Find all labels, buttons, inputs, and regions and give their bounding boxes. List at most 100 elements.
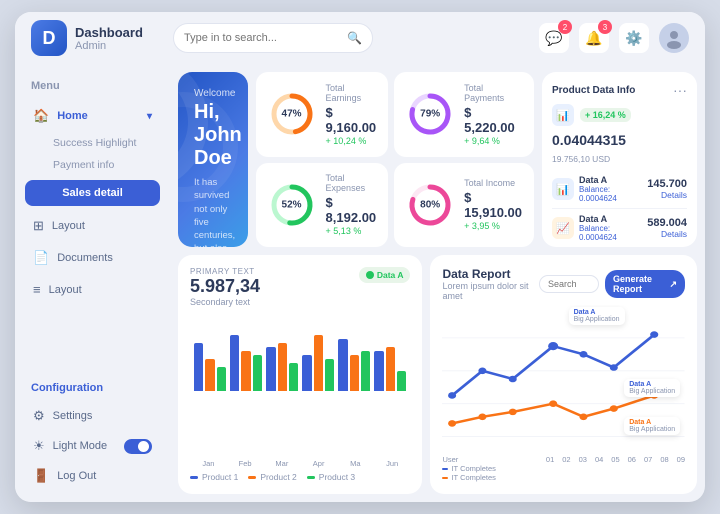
bar-3-0	[302, 355, 311, 391]
product-main-icon: 📊	[552, 104, 574, 126]
chart-legend-item: Product 3	[307, 472, 355, 482]
product-row-name-0: Data A	[579, 175, 647, 185]
product-title: Product Data Info	[552, 85, 635, 96]
product-row-balance-0: Balance: 0.0004624	[579, 185, 647, 203]
stat-card-1: 79% Total Payments $ 5,220.00 + 9,64 %	[394, 72, 534, 157]
sidebar-layout1-label: Layout	[52, 220, 85, 232]
donut-1: 79%	[406, 90, 454, 138]
sidebar-item-settings[interactable]: ⚙ Settings	[25, 402, 160, 430]
bar-group-0	[194, 311, 226, 391]
donut-label-3: 80%	[420, 199, 440, 210]
line-chart-area: Data A Big Application Data A Big Applic…	[442, 305, 685, 453]
bar-3-2	[325, 359, 334, 391]
stat-title-3: Total Income	[464, 178, 522, 188]
stat-info-1: Total Payments $ 5,220.00 + 9,64 %	[464, 83, 522, 146]
list-icon: ≡	[33, 282, 41, 297]
product-usd: 19.756,10 USD	[552, 154, 687, 164]
bar-5-1	[386, 347, 395, 391]
app-title: Dashboard	[75, 25, 143, 40]
sidebar-layout2-label: Layout	[49, 284, 82, 296]
chart-month-label: Jun	[374, 459, 411, 468]
avatar[interactable]	[659, 23, 689, 53]
dot-b1	[449, 420, 457, 427]
stat-card-3: 80% Total Income $ 15,910.00 + 3,95 %	[394, 163, 534, 248]
sidebar-item-lightmode: ☀ Light Mode	[33, 438, 107, 454]
gen-btn-label: Generate Report	[613, 274, 665, 294]
report-search-input[interactable]	[539, 275, 599, 293]
dot-a5	[580, 351, 588, 358]
settings-label: Settings	[53, 410, 93, 422]
stat-value-3: $ 15,910.00	[464, 190, 522, 220]
product-row-val-1: 589.004	[647, 217, 687, 229]
sidebar-item-layout1[interactable]: ⊞ Layout	[25, 212, 160, 240]
bar-group-5	[374, 311, 406, 391]
stat-card-2: 52% Total Expenses $ 8,192.00 + 5,13 %	[256, 163, 389, 248]
stat-change-2: + 5,13 %	[326, 226, 377, 236]
it-completes-label: IT Completes	[451, 464, 495, 473]
sidebar-home-label: Home	[57, 110, 88, 122]
details-link-0[interactable]: Details	[647, 190, 687, 200]
dot-b3	[509, 409, 517, 416]
it-completes2-label: IT Completes	[451, 473, 495, 482]
messages-badge: 2	[558, 20, 572, 34]
chart-data-badge: Data A	[359, 267, 411, 283]
dot-b6	[610, 405, 618, 412]
notifications-button[interactable]: 🔔 3	[579, 23, 609, 53]
chart-months: JanFebMarAprMaJun	[190, 459, 410, 468]
legend-dot	[190, 476, 198, 479]
stat-card-0: 47% Total Earnings $ 9,160.00 + 10,24 %	[256, 72, 389, 157]
bar-0-2	[217, 367, 226, 391]
blue-legend-dot	[442, 468, 448, 470]
product-card: Product Data Info ··· 📊 + 16,24 % 0.0404…	[542, 72, 697, 247]
bar-4-0	[338, 339, 347, 391]
bar-3-1	[314, 335, 323, 391]
search-icon: 🔍	[347, 31, 362, 45]
search-input[interactable]	[184, 32, 341, 44]
donut-2: 52%	[268, 181, 316, 229]
product-header: Product Data Info ···	[552, 82, 687, 98]
messages-button[interactable]: 💬 2	[539, 23, 569, 53]
sidebar-item-success[interactable]: Success Highlight	[25, 134, 160, 152]
bar-group-3	[302, 311, 334, 391]
dot-b2	[479, 414, 487, 421]
settings-button[interactable]: ⚙️	[619, 23, 649, 53]
bar-5-0	[374, 351, 383, 391]
search-bar[interactable]: 🔍	[173, 23, 373, 53]
stat-info-0: Total Earnings $ 9,160.00 + 10,24 %	[326, 83, 377, 146]
sidebar-item-sales[interactable]: Sales detail	[25, 180, 160, 206]
logo-text-block: Dashboard Admin	[75, 25, 143, 52]
generate-report-button[interactable]: Generate Report ↗	[605, 270, 685, 298]
bar-2-2	[289, 363, 298, 391]
product-row-info-1: Data A Balance: 0.0004624	[579, 214, 647, 242]
data-label-a-sub: Big Application	[574, 316, 620, 323]
chart-month-label: Feb	[227, 459, 264, 468]
donut-label-2: 52%	[282, 199, 302, 210]
sidebar-item-home[interactable]: 🏠 Home ▾	[25, 102, 160, 130]
bar-0-1	[205, 359, 214, 391]
x-axis: 01 02 03 04 05 06 07 08 09	[546, 455, 685, 464]
chart-month-label: Apr	[300, 459, 337, 468]
product-row-balance-1: Balance: 0.0004624	[579, 224, 647, 242]
details-link-1[interactable]: Details	[647, 229, 687, 239]
app-container: D Dashboard Admin 🔍 💬 2 🔔 3 ⚙️	[15, 12, 705, 502]
line-chart-x-labels: 01 02 03 04 05 06 07 08 09	[546, 455, 685, 482]
settings-sidebar-icon: ⚙	[33, 408, 45, 424]
report-sub: Lorem ipsum dolor sit amet	[442, 281, 539, 301]
product-dots[interactable]: ···	[673, 82, 687, 98]
legend-label: Product 2	[260, 472, 296, 482]
sidebar-item-logout[interactable]: 🚪 Log Out	[25, 462, 160, 490]
product-row-icon-0: 📊	[552, 178, 574, 200]
top-section: Welcome Hi, John Doe It has survived not…	[178, 72, 697, 247]
bar-1-2	[253, 355, 262, 391]
sidebar-item-documents[interactable]: 📄 Documents	[25, 244, 160, 272]
data-label-a: Data A Big Application	[569, 307, 625, 325]
bar-0-0	[194, 343, 203, 391]
sidebar-item-payment[interactable]: Payment info	[25, 156, 160, 174]
light-mode-toggle[interactable]	[124, 439, 152, 454]
bar-1-0	[230, 335, 239, 391]
dot-a3	[509, 376, 517, 383]
light-mode-row: ☀ Light Mode	[25, 434, 160, 458]
dot-a2	[479, 367, 487, 374]
sidebar-item-layout2[interactable]: ≡ Layout	[25, 276, 160, 303]
product-row-left-0: 📊 Data A Balance: 0.0004624	[552, 175, 647, 203]
